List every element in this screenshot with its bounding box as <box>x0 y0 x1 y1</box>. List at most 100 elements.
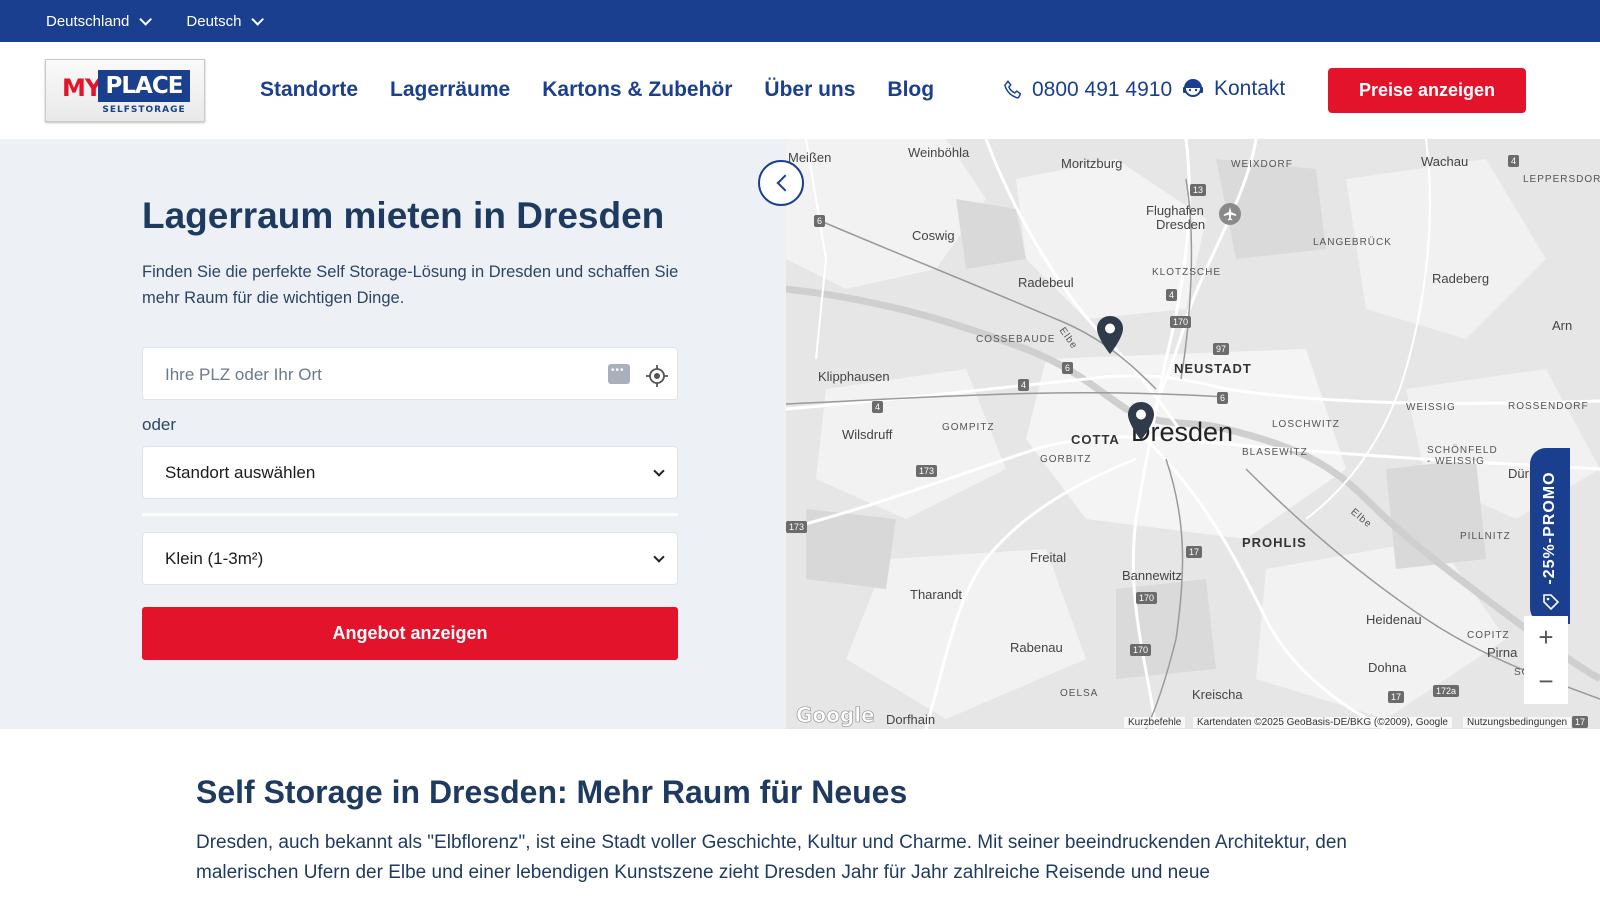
map-label: Dresden <box>1156 217 1206 232</box>
road-shield: 170 <box>1130 644 1152 656</box>
road-shield: 97 <box>1213 343 1230 355</box>
road-shield: 170 <box>1136 592 1158 604</box>
zoom-out-button[interactable]: − <box>1524 660 1568 704</box>
road-shield: 4 <box>1018 379 1030 391</box>
map-label: BLASEWITZ <box>1242 447 1308 458</box>
road-shield: 4 <box>872 401 884 413</box>
country-selector[interactable]: Deutschland <box>46 12 153 30</box>
map-label: Rabenau <box>1010 640 1063 655</box>
language-selector[interactable]: Deutsch <box>186 12 265 30</box>
road-shield: 4 <box>1166 289 1178 301</box>
location-select[interactable]: Standort auswählen <box>142 446 678 499</box>
location-pin-icon[interactable] <box>1126 401 1156 441</box>
page-title: Lagerraum mieten in Dresden <box>142 195 665 236</box>
language-label: Deutsch <box>186 12 242 30</box>
map-label: GORBITZ <box>1040 454 1092 465</box>
map-label: Flughafen <box>1146 203 1204 218</box>
road-shield: 170 <box>1170 316 1192 328</box>
site-header: MY PLACE SELFSTORAGE Standorte Lagerräum… <box>0 42 1600 139</box>
contact-label: Kontakt <box>1214 77 1286 100</box>
map-label: NEUSTADT <box>1174 361 1252 376</box>
logo-place: PLACE <box>98 70 190 102</box>
page-subtitle: Finden Sie die perfekte Self Storage-Lös… <box>142 263 679 307</box>
map-label: PROHLIS <box>1242 535 1307 550</box>
postal-code-input[interactable]: Ihre PLZ oder Ihr Ort <box>142 347 678 400</box>
map-label: LEPPERSDORF <box>1523 174 1600 185</box>
myplace-logo[interactable]: MY PLACE SELFSTORAGE <box>45 59 205 122</box>
locate-me-icon[interactable] <box>645 364 669 388</box>
map-label: COTTA <box>1071 432 1120 447</box>
road-shield: 17 <box>1572 716 1589 728</box>
map-data-attribution[interactable]: Kartendaten ©2025 GeoBasis-DE/BKG (©2009… <box>1193 717 1452 728</box>
nav-kartons-zubehoer[interactable]: Kartons & Zubehör <box>542 78 732 102</box>
nav-lagerraeume[interactable]: Lagerräume <box>390 78 510 102</box>
nav-blog[interactable]: Blog <box>887 78 934 102</box>
map-label: COPITZ <box>1467 630 1510 641</box>
map-label: GOMPITZ <box>942 422 995 433</box>
road-shield: 17 <box>1388 691 1405 703</box>
map-label: Moritzburg <box>1061 156 1123 171</box>
location-select-value: Standort auswählen <box>165 463 316 482</box>
map-label: LANGEBRÜCK <box>1313 237 1392 248</box>
terms-link[interactable]: Nutzungsbedingungen <box>1463 717 1572 728</box>
map-label: COSSEBAUDE <box>976 334 1056 345</box>
nav-ueber-uns[interactable]: Über uns <box>764 78 855 102</box>
zoom-in-button[interactable]: + <box>1524 616 1568 660</box>
logo-my: MY <box>62 74 102 102</box>
road-shield: 4 <box>1508 155 1520 167</box>
map-label: Wilsdruff <box>842 427 893 442</box>
map-label: Dohna <box>1368 660 1407 675</box>
show-prices-button[interactable]: Preise anzeigen <box>1328 68 1526 113</box>
main-nav: Standorte Lagerräume Kartons & Zubehör Ü… <box>260 78 934 102</box>
map-label: Arn <box>1552 318 1573 333</box>
map-label: Klipphausen <box>818 369 890 384</box>
show-offer-button[interactable]: Angebot anzeigen <box>142 607 678 660</box>
map-label: Tharandt <box>910 587 963 602</box>
keyboard-shortcuts-link[interactable]: Kurzbefehle <box>1124 717 1186 728</box>
phone-icon <box>1004 80 1022 99</box>
contact-link[interactable]: Kontakt <box>1180 76 1285 102</box>
road-shield: 173 <box>916 465 938 477</box>
map-label: OELSA <box>1060 688 1099 699</box>
search-panel: Lagerraum mieten in Dresden Finden Sie d… <box>0 139 786 729</box>
phone-link[interactable]: 0800 491 4910 <box>1002 78 1172 102</box>
map-label: Kreischa <box>1192 687 1243 702</box>
chevron-down-icon <box>653 465 665 477</box>
map-label: - WEISSIG <box>1427 456 1485 467</box>
road-shield: 17 <box>1186 546 1203 558</box>
map-label: Bannewitz <box>1122 568 1182 583</box>
postal-code-placeholder: Ihre PLZ oder Ihr Ort <box>165 365 322 384</box>
chevron-down-icon <box>653 551 665 563</box>
map-label: Freital <box>1030 550 1067 565</box>
map-label: Dorfhain <box>886 712 936 727</box>
road-shield: 6 <box>1062 362 1074 374</box>
nav-standorte[interactable]: Standorte <box>260 78 358 102</box>
divider <box>142 513 678 516</box>
map-label: Wachau <box>1421 154 1469 169</box>
promo-label: -25%-PROMO <box>1541 471 1558 585</box>
size-select-value: Klein (1-3m²) <box>165 549 264 568</box>
google-logo: Google <box>796 703 875 728</box>
section-title: Self Storage in Dresden: Mehr Raum für N… <box>196 774 908 810</box>
promo-tab[interactable]: -25%-PROMO <box>1530 448 1570 624</box>
top-bar: Deutschland Deutsch <box>0 0 1600 42</box>
map-label: KLOTZSCHE <box>1152 267 1222 278</box>
road-shield: 173 <box>786 521 808 533</box>
section-text: Dresden, auch bekannt als "Elbflorenz", … <box>196 832 1347 883</box>
phone-number: 0800 491 4910 <box>1032 78 1173 101</box>
map-label: Radebeul <box>1018 275 1074 290</box>
map-label: Radeberg <box>1432 271 1490 286</box>
chevron-down-icon <box>251 12 265 26</box>
size-select[interactable]: Klein (1-3m²) <box>142 532 678 585</box>
collapse-map-button[interactable] <box>758 160 804 206</box>
logo-tagline: SELFSTORAGE <box>102 105 186 115</box>
road-shield: 6 <box>1217 392 1229 404</box>
road-shield: 6 <box>814 215 826 227</box>
map-label: SCHÖNFELD <box>1427 445 1498 456</box>
country-label: Deutschland <box>46 12 130 30</box>
autofill-icon[interactable] <box>608 364 630 384</box>
map-label: WEISSIG <box>1406 402 1456 413</box>
location-map[interactable]: Meißen Weinböhla Moritzburg WEIXDORF Wac… <box>786 139 1600 729</box>
support-agent-icon <box>1183 79 1203 97</box>
location-pin-icon[interactable] <box>1095 315 1125 355</box>
